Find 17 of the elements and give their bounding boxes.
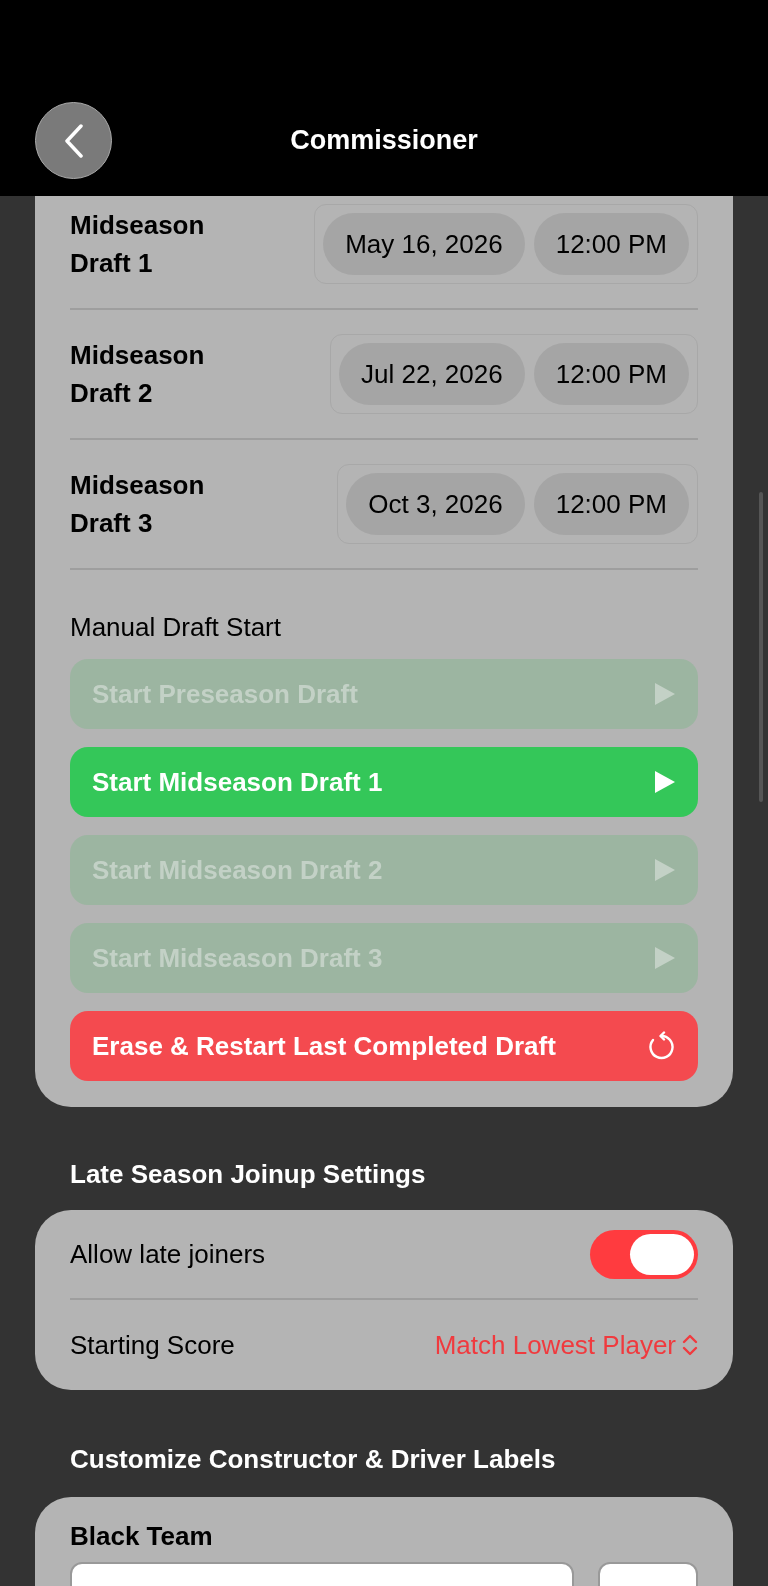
section-header: Late Season Joinup Settings bbox=[69, 1158, 427, 1191]
team-label: Black Team bbox=[70, 1520, 214, 1553]
date-field[interactable]: Jul 22, 2026 bbox=[339, 343, 525, 405]
section-header: Customize Constructor & Driver Labels bbox=[69, 1443, 557, 1476]
time-field[interactable]: 12:00 PM bbox=[533, 473, 689, 535]
screen-title: Commissioner bbox=[290, 123, 478, 157]
time-field[interactable]: 12:00 PM bbox=[533, 343, 689, 405]
section-label: Manual Draft Start bbox=[70, 611, 282, 644]
date-field[interactable]: Oct 3, 2026 bbox=[346, 473, 525, 535]
draft-label: Midseason Draft 3 bbox=[70, 469, 206, 540]
setting-label: Starting Score bbox=[70, 1328, 235, 1362]
setting-label: Allow late joiners bbox=[70, 1237, 266, 1271]
erase-restart-button[interactable]: Erase & Restart Last Completed Draft bbox=[70, 1011, 698, 1081]
draft-label: Midseason Draft 1 bbox=[70, 209, 206, 280]
date-field[interactable]: May 16, 2026 bbox=[323, 213, 525, 275]
time-field[interactable]: 12:00 PM bbox=[533, 213, 689, 275]
draft-label: Midseason Draft 2 bbox=[70, 339, 206, 410]
